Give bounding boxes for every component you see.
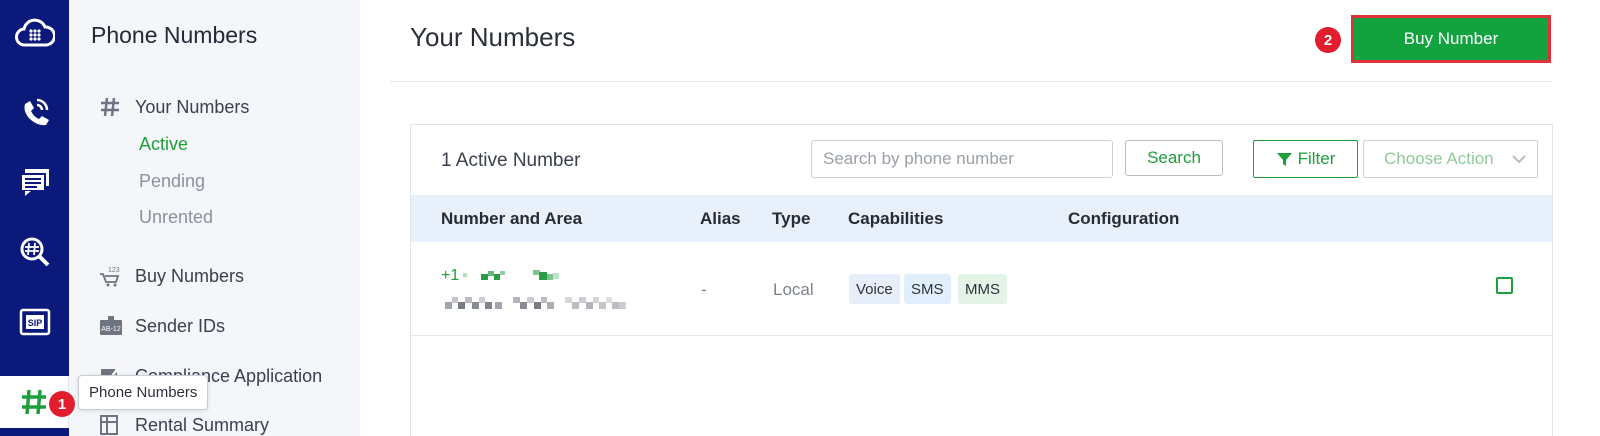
nav-item-label: Buy Numbers xyxy=(135,265,245,286)
hash-icon xyxy=(99,96,125,118)
svg-text:SIP: SIP xyxy=(27,318,42,328)
type-value: Local xyxy=(773,280,814,299)
phone-call-icon[interactable] xyxy=(0,86,69,138)
active-count: 1 Active Number xyxy=(441,150,581,171)
sip-icon[interactable]: SIP xyxy=(0,296,69,348)
buy-number-button[interactable]: Buy Number xyxy=(1351,15,1551,63)
rail-tooltip: Phone Numbers xyxy=(78,375,209,410)
col-capabilities: Capabilities xyxy=(848,209,944,228)
redacted-area xyxy=(445,297,626,309)
step-marker-1: 1 xyxy=(49,391,75,417)
col-type: Type xyxy=(772,209,811,228)
search-button[interactable]: Search xyxy=(1125,140,1223,176)
table-icon xyxy=(99,414,125,436)
messaging-icon[interactable] xyxy=(0,156,69,208)
search-input[interactable] xyxy=(811,140,1113,178)
row-checkbox[interactable] xyxy=(1496,277,1513,294)
app-rail: SIP xyxy=(0,0,69,436)
number-lookup-icon[interactable] xyxy=(0,226,69,278)
redacted-number xyxy=(463,270,559,280)
choose-action-label: Choose Action xyxy=(1384,149,1494,168)
nav-item-label: Rental Summary xyxy=(135,414,270,435)
cart-icon: 123 xyxy=(99,265,125,287)
col-configuration: Configuration xyxy=(1068,209,1180,228)
alias-value: - xyxy=(701,280,707,299)
cloud-dialpad-icon[interactable] xyxy=(0,6,69,58)
svg-text:AB-12: AB-12 xyxy=(101,326,121,333)
filter-button[interactable]: Filter xyxy=(1253,140,1358,178)
nav-item-your-numbers[interactable]: Your Numbers xyxy=(99,96,249,118)
capability-mms: MMS xyxy=(958,274,1007,304)
header-divider xyxy=(390,81,1553,82)
col-alias: Alias xyxy=(700,209,741,228)
filter-icon xyxy=(1276,152,1292,166)
col-number-area: Number and Area xyxy=(441,209,583,228)
step-marker-2: 2 xyxy=(1315,27,1341,53)
nav-item-rental-summary[interactable]: Rental Summary xyxy=(99,414,269,436)
svg-text:123: 123 xyxy=(108,267,120,274)
capability-sms: SMS xyxy=(904,274,951,304)
nav-sub-unrented[interactable]: Unrented xyxy=(139,207,213,228)
nav-item-buy-numbers[interactable]: 123 Buy Numbers xyxy=(99,265,244,287)
nav-item-label: Your Numbers xyxy=(135,96,250,117)
numbers-card: 1 Active Number Search Filter Choose Act… xyxy=(410,124,1553,436)
nav-item-sender-ids[interactable]: AB-12 Sender IDs xyxy=(99,315,225,337)
id-badge-icon: AB-12 xyxy=(99,315,125,337)
page-title: Your Numbers xyxy=(410,22,576,52)
nav-title: Phone Numbers xyxy=(91,22,258,48)
table-row[interactable]: +1 - Local Voice SMS MMS xyxy=(411,242,1552,336)
chevron-down-icon xyxy=(1512,155,1526,164)
choose-action-select[interactable]: Choose Action xyxy=(1363,140,1538,178)
phone-numbers-nav: Phone Numbers Your Numbers Active Pendin… xyxy=(69,0,360,436)
table-header: Number and Area Alias Type Capabilities … xyxy=(411,195,1552,242)
filter-label: Filter xyxy=(1297,149,1336,168)
capability-voice: Voice xyxy=(849,274,900,304)
nav-item-label: Sender IDs xyxy=(135,315,226,336)
nav-sub-pending[interactable]: Pending xyxy=(139,171,205,192)
number-country-code: +1 xyxy=(441,267,460,284)
nav-sub-active[interactable]: Active xyxy=(139,134,188,155)
